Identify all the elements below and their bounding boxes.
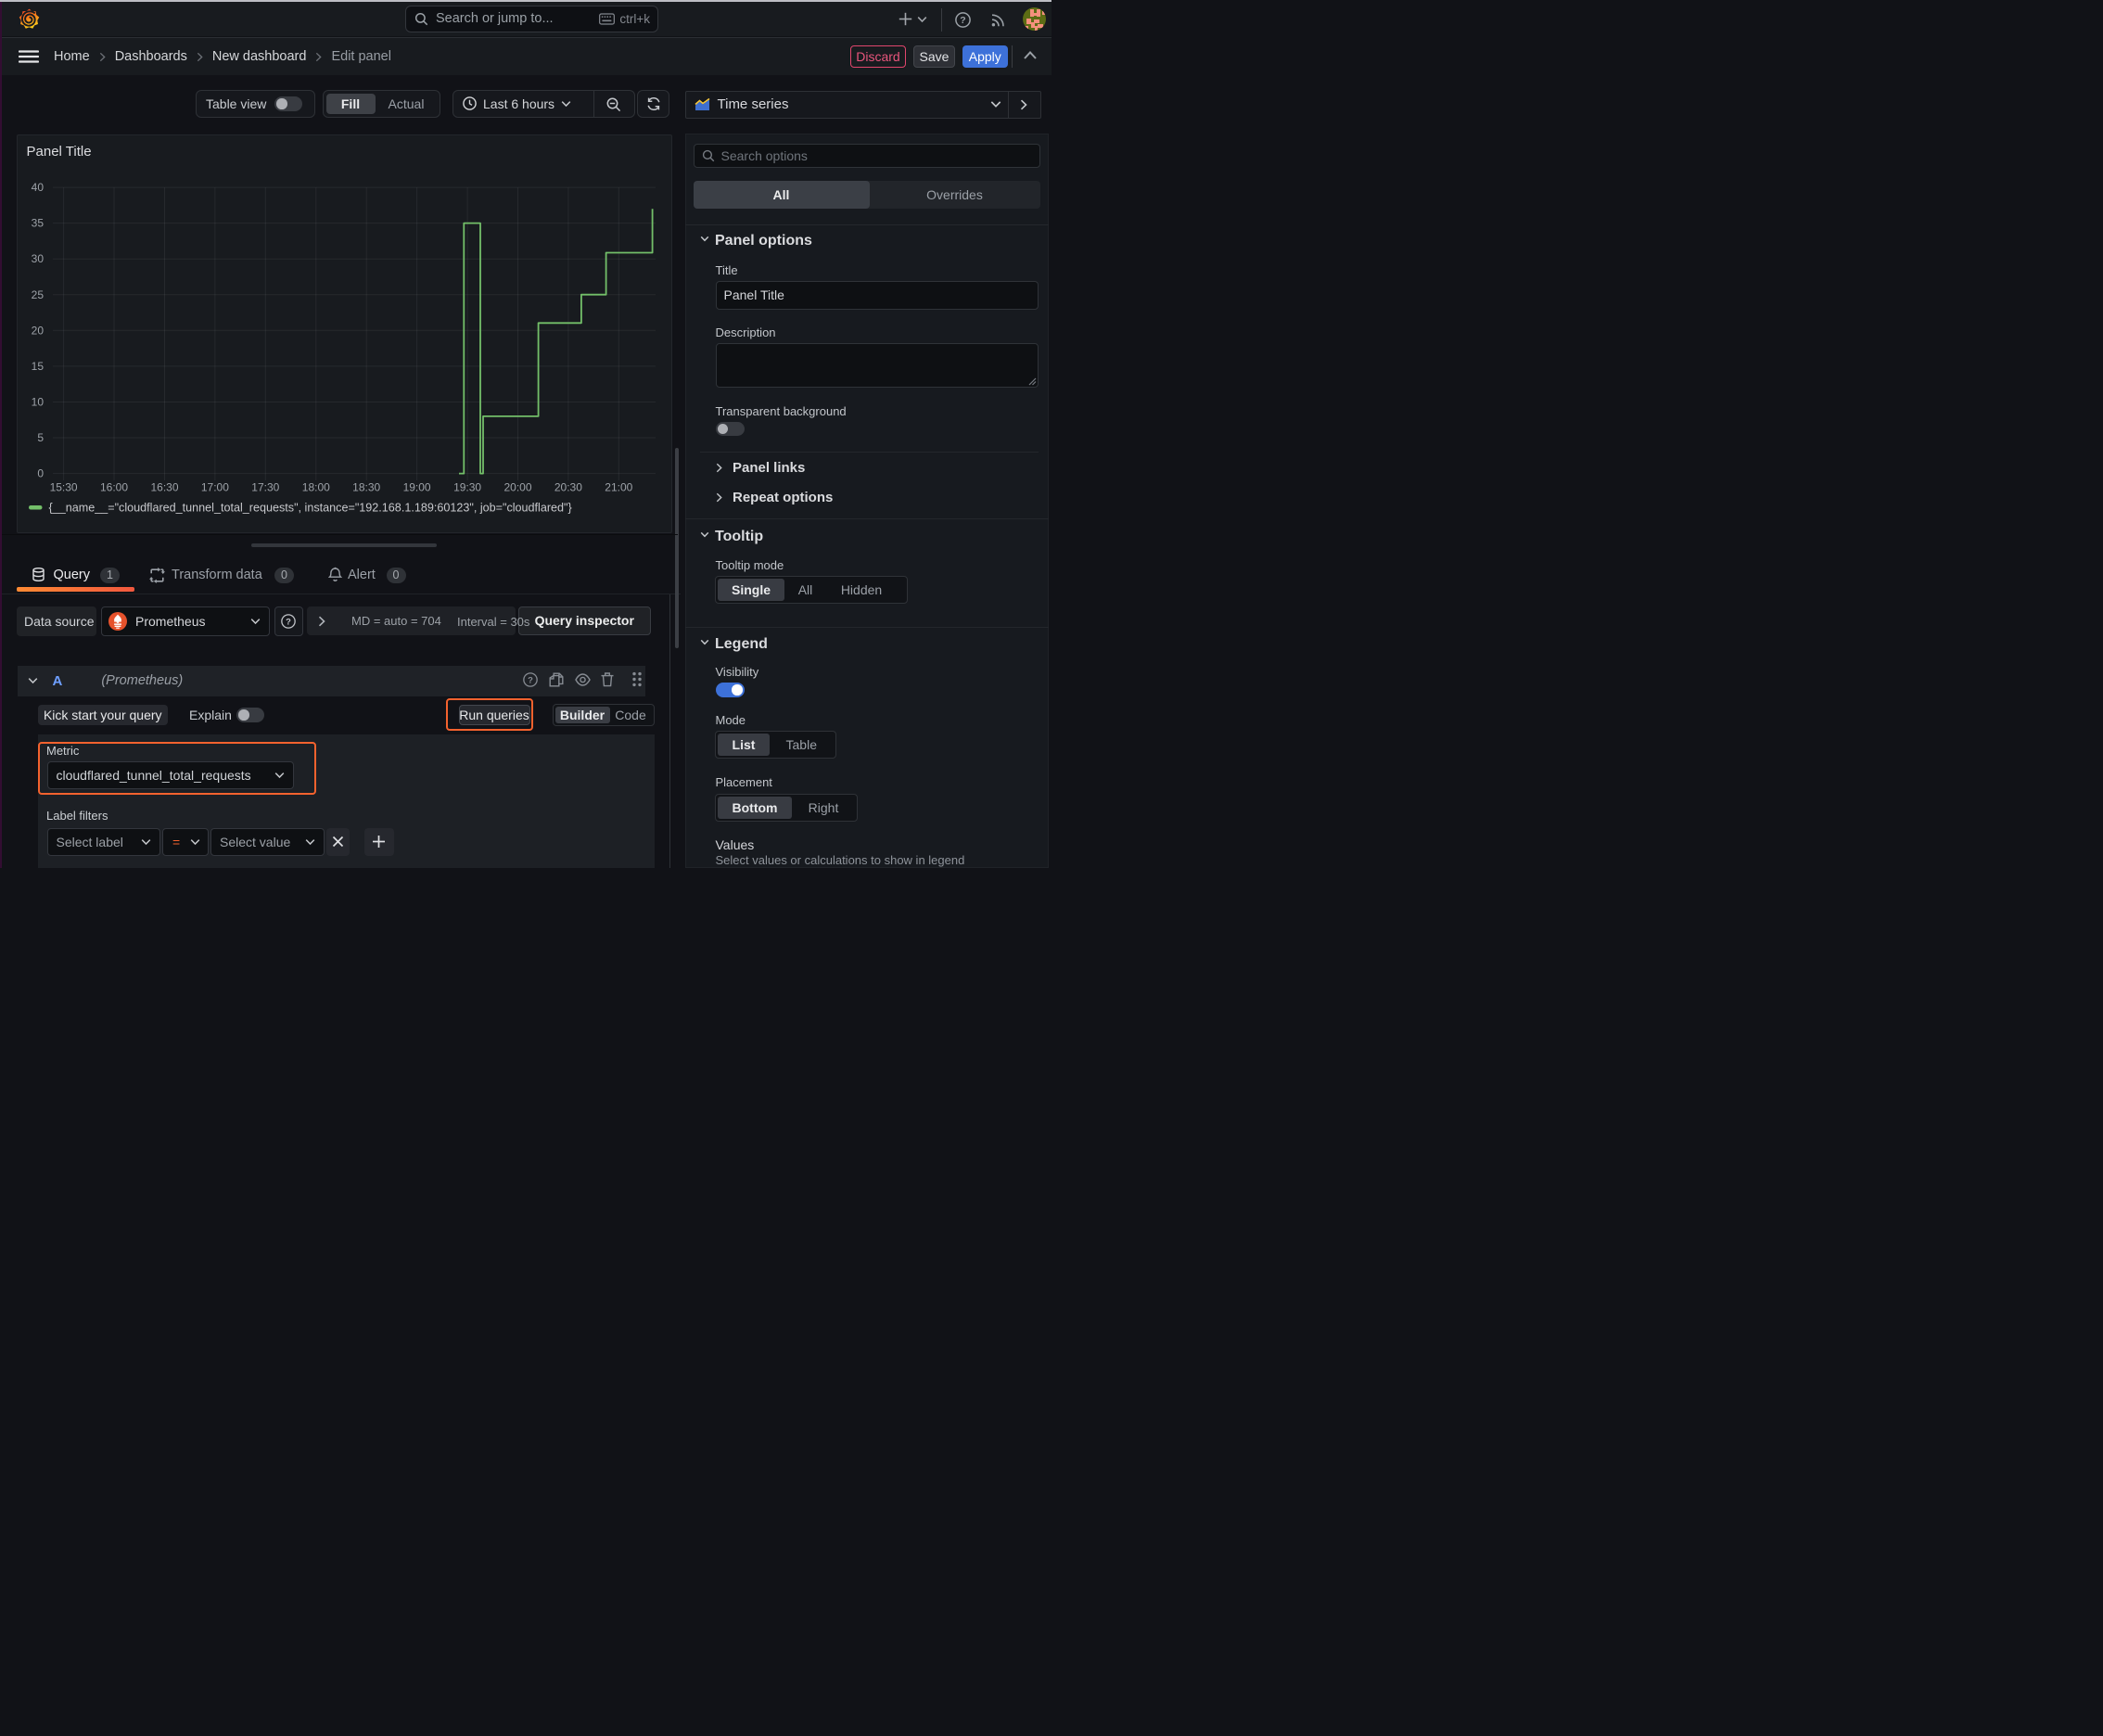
svg-text:10: 10 [32, 395, 45, 408]
svg-text:{__name__="cloudflared_tunnel_: {__name__="cloudflared_tunnel_total_requ… [49, 501, 572, 514]
svg-text:16:00: 16:00 [100, 480, 128, 493]
svg-text:?: ? [286, 616, 291, 626]
svg-text:0: 0 [37, 466, 44, 479]
svg-text:?: ? [960, 15, 965, 26]
svg-text:20:30: 20:30 [554, 480, 582, 493]
svg-text:19:00: 19:00 [403, 480, 431, 493]
svg-text:17:30: 17:30 [251, 480, 279, 493]
svg-text:20:00: 20:00 [503, 480, 531, 493]
svg-text:21:00: 21:00 [605, 480, 632, 493]
svg-text:15: 15 [32, 359, 45, 372]
svg-text:25: 25 [32, 287, 45, 300]
svg-text:19:30: 19:30 [453, 480, 481, 493]
svg-text:16:30: 16:30 [150, 480, 178, 493]
svg-text:17:00: 17:00 [201, 480, 229, 493]
svg-text:30: 30 [32, 252, 45, 265]
svg-text:5: 5 [37, 431, 44, 444]
svg-text:35: 35 [32, 216, 45, 229]
svg-text:?: ? [528, 674, 533, 684]
svg-text:18:00: 18:00 [302, 480, 330, 493]
svg-text:18:30: 18:30 [352, 480, 380, 493]
svg-text:15:30: 15:30 [50, 480, 78, 493]
svg-text:40: 40 [32, 181, 45, 194]
svg-text:20: 20 [32, 324, 45, 337]
